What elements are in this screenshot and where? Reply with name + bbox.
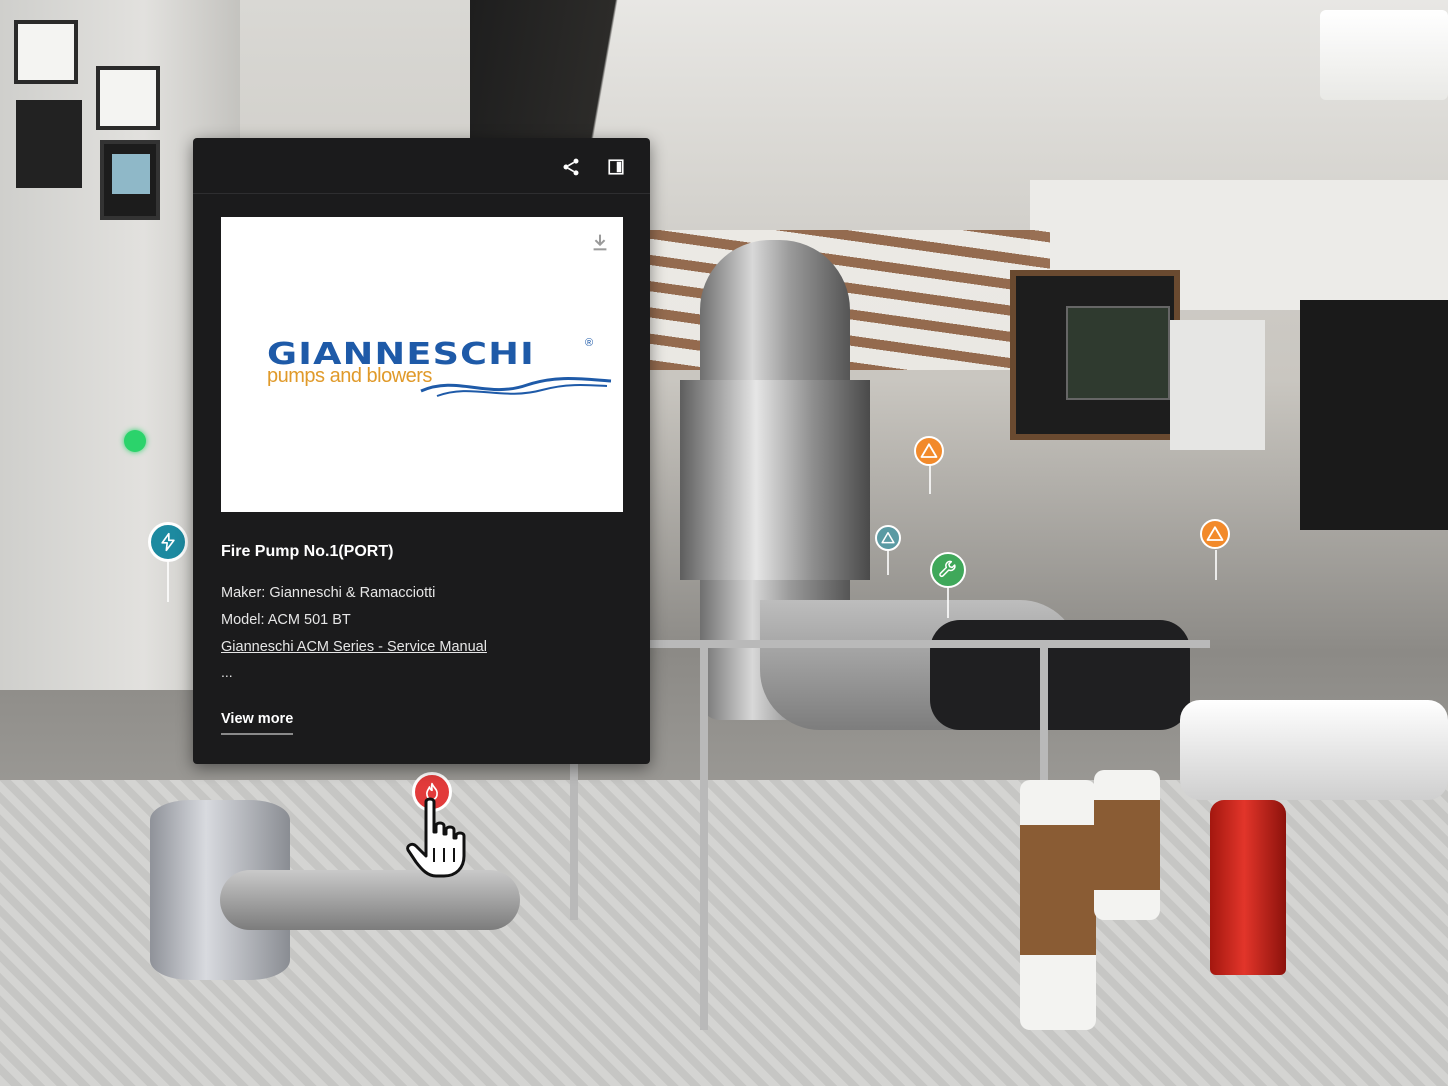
hand-pointer-icon [406, 797, 466, 878]
hotspot-warning[interactable] [914, 436, 944, 466]
layout-icon [608, 159, 624, 175]
hotspot-stem [167, 562, 169, 602]
equipment-info-panel: GIANNESCHI ® pumps and blowers Fire Pump… [193, 138, 650, 764]
handrail-post [700, 640, 708, 1030]
fuel-filter [1094, 770, 1160, 920]
fuel-filter [1020, 780, 1096, 1030]
control-unit [1300, 300, 1448, 530]
handrail-post [570, 760, 578, 920]
toggle-panel-button[interactable] [604, 155, 628, 179]
lightning-icon [161, 532, 175, 552]
logo-tagline: pumps and blowers [267, 365, 432, 387]
hotspot-maintenance[interactable] [930, 552, 966, 588]
logo-registered-mark: ® [585, 337, 594, 349]
maker-text: Maker: Gianneschi & Ramacciotti [221, 585, 436, 601]
engine-block [930, 620, 1190, 730]
ceiling-lamp [1320, 10, 1448, 100]
hotspot-warning[interactable] [1200, 519, 1230, 549]
warning-triangle-icon [1206, 526, 1224, 541]
gianneschi-logo: GIANNESCHI ® pumps and blowers [267, 337, 612, 397]
equipment-title: Fire Pump No.1(PORT) [221, 543, 394, 560]
junction-box [1170, 320, 1265, 450]
hotspot-warning[interactable] [875, 525, 901, 551]
panel-header [193, 138, 650, 194]
panel-screen [100, 140, 160, 220]
logo-waves [420, 377, 612, 397]
hotspot-stem [1215, 550, 1217, 580]
gauge [14, 20, 78, 84]
fire-extinguisher [1210, 800, 1286, 975]
gauge [96, 66, 160, 130]
electrical-cabinet [1010, 270, 1180, 440]
water-pipes [1180, 700, 1448, 800]
hotspot-stem [887, 551, 889, 575]
hotspot-electrical[interactable] [148, 522, 188, 562]
pump-pipe [220, 870, 520, 930]
download-icon [593, 234, 607, 251]
share-icon [563, 158, 579, 176]
share-button[interactable] [559, 155, 583, 179]
model-text: Model: ACM 501 BT [221, 612, 351, 628]
view-more-button[interactable]: View more [221, 711, 294, 735]
wrench-icon [939, 560, 956, 578]
more-indicator: ... [221, 664, 233, 680]
status-light [124, 430, 146, 452]
hotspot-stem [929, 464, 931, 494]
download-button[interactable] [589, 231, 611, 253]
panel-display [16, 100, 82, 188]
hotspot-stem [947, 588, 949, 618]
warning-triangle-icon [881, 531, 895, 544]
brand-image: GIANNESCHI ® pumps and blowers [221, 217, 623, 512]
handrail [650, 640, 1210, 648]
warning-triangle-icon [920, 443, 938, 458]
exhaust-sleeve [680, 380, 870, 580]
service-manual-link[interactable]: Gianneschi ACM Series - Service Manual [221, 639, 487, 655]
